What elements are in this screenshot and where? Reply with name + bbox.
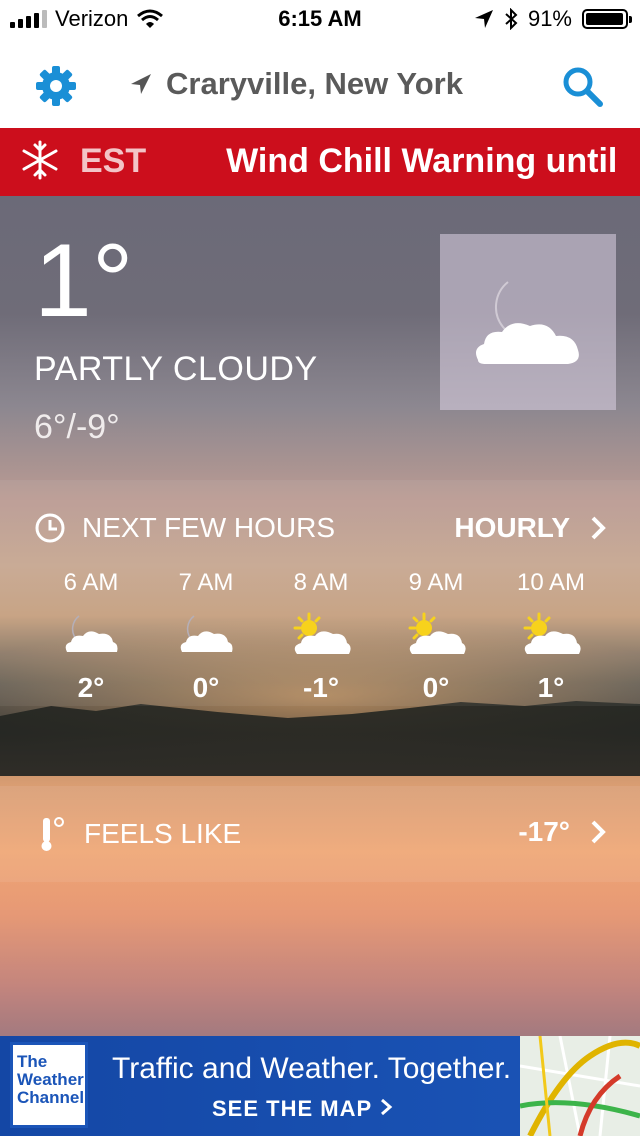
sun-cloud-icon	[293, 612, 351, 654]
ad-cta-label: SEE THE MAP	[212, 1096, 372, 1121]
alert-ticker: EST Wind Chill Warning until	[80, 142, 617, 181]
nav-bar: Craryville, New York	[0, 40, 640, 128]
snowflake-icon	[22, 140, 58, 180]
gear-icon[interactable]	[34, 64, 78, 108]
night-partly-cloudy-icon	[476, 281, 579, 364]
alert-text: Wind Chill Warning until	[226, 142, 618, 180]
hour-item[interactable]: 7 AM 0°	[149, 566, 263, 704]
feels-like-value: -17°	[518, 816, 570, 847]
feels-like-row[interactable]: FEELS LIKE -17°	[0, 786, 640, 882]
bluetooth-icon	[505, 8, 518, 30]
hour-time: 8 AM	[293, 569, 349, 596]
location-name: Craryville, New York	[166, 66, 463, 101]
location-arrow-icon	[474, 10, 493, 28]
sun-cloud-icon	[408, 612, 466, 654]
feels-like-label-group: FEELS LIKE	[40, 816, 241, 852]
map-thumbnail-icon	[520, 1036, 640, 1136]
hourly-label: HOURLY	[454, 512, 570, 543]
hour-temperature: -1°	[302, 672, 340, 703]
status-right-group: 91%	[474, 6, 632, 32]
hour-item[interactable]: 8 AM -1°	[264, 566, 378, 704]
hour-item[interactable]: 6 AM 2°	[34, 566, 148, 704]
high-low-temperature: 6°/-9°	[34, 408, 120, 446]
location-arrow-icon	[131, 74, 151, 94]
clock-icon	[35, 513, 65, 543]
ad-cta[interactable]: SEE THE MAP	[212, 1096, 393, 1122]
hourly-link[interactable]: HOURLY	[454, 512, 606, 544]
hour-time: 7 AM	[178, 569, 234, 596]
sun-cloud-icon	[523, 612, 581, 654]
battery-percent: 91%	[527, 6, 572, 31]
hour-temperature: 2°	[77, 672, 105, 703]
moon-cloud-icon	[65, 615, 118, 652]
feels-like-value-group: -17°	[518, 816, 606, 848]
hour-temperature: 0°	[192, 672, 220, 703]
chevron-right-icon	[591, 516, 606, 540]
hour-time: 6 AM	[63, 569, 119, 596]
current-condition: PARTLY CLOUDY	[34, 350, 318, 388]
alert-text-start: EST	[80, 142, 147, 180]
next-hours-label: NEXT FEW HOURS	[82, 512, 336, 543]
weather-channel-logo: The Weather Channel	[10, 1042, 88, 1128]
hour-item[interactable]: 10 AM 1°	[494, 566, 608, 704]
search-icon[interactable]	[560, 64, 604, 108]
weather-alert-banner[interactable]: EST Wind Chill Warning until	[0, 128, 640, 196]
hour-temperature: 0°	[422, 672, 450, 703]
ad-headline: Traffic and Weather. Together.	[112, 1052, 512, 1085]
battery-icon	[582, 9, 632, 29]
ad-banner[interactable]: The Weather Channel Traffic and Weather.…	[0, 1036, 640, 1136]
chevron-right-icon	[380, 1098, 393, 1116]
feels-like-label: FEELS LIKE	[84, 818, 242, 849]
moon-cloud-icon	[180, 615, 233, 652]
next-hours-header: NEXT FEW HOURS	[34, 512, 335, 544]
hour-time: 10 AM	[516, 569, 586, 596]
condition-icon-tile	[440, 234, 616, 410]
hourly-forecast-row: 6 AM 2° 7 AM 0° 8 AM -1° 9 AM 0° 10 AM 1…	[34, 566, 608, 704]
current-temperature: 1°	[34, 223, 134, 339]
hour-time: 9 AM	[408, 569, 464, 596]
location-selector[interactable]: Craryville, New York	[130, 66, 463, 102]
thermometer-icon	[41, 817, 64, 851]
chevron-right-icon	[591, 820, 606, 844]
status-bar: Verizon 6:15 AM 91%	[0, 0, 640, 40]
hour-item[interactable]: 9 AM 0°	[379, 566, 493, 704]
hour-temperature: 1°	[537, 672, 565, 703]
